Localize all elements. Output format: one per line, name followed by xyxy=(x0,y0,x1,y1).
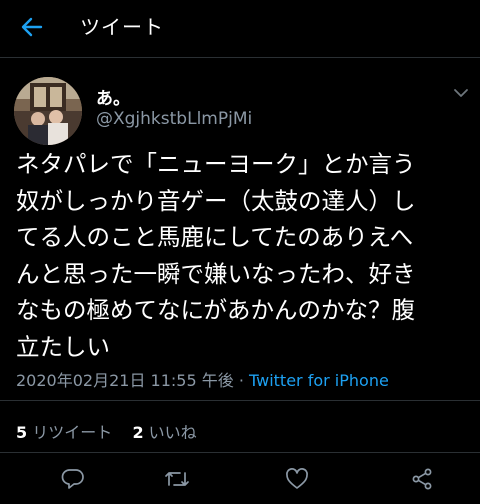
retweet-button[interactable] xyxy=(163,467,191,491)
retweets-label: リツイート xyxy=(32,423,113,442)
tweet-menu-button[interactable] xyxy=(452,84,470,97)
share-icon xyxy=(412,468,432,490)
reply-icon xyxy=(61,469,84,489)
back-button[interactable] xyxy=(14,12,50,42)
meta-divider xyxy=(0,400,480,401)
page-title: ツイート xyxy=(80,15,164,39)
display-name[interactable]: あ。 xyxy=(96,84,130,109)
back-arrow-icon xyxy=(21,17,43,37)
likes-label: いいね xyxy=(148,423,197,442)
tweet-source-link[interactable]: Twitter for iPhone xyxy=(249,371,389,390)
engagement-stats: 5 リツイート 2 いいね xyxy=(16,419,197,443)
like-icon xyxy=(286,468,308,489)
stats-divider xyxy=(0,452,480,453)
avatar[interactable] xyxy=(14,77,82,145)
user-handle[interactable]: @XgjhkstbLlmPjMi xyxy=(96,109,252,129)
tweet-timestamp[interactable]: 2020年02月21日 11:55 午後 xyxy=(16,371,234,390)
retweets-stat[interactable]: 5 リツイート xyxy=(16,423,112,442)
tweet-meta: 2020年02月21日 11:55 午後 · Twitter for iPhon… xyxy=(16,367,389,391)
likes-stat[interactable]: 2 いいね xyxy=(132,423,196,442)
reply-button[interactable] xyxy=(59,467,87,491)
share-button[interactable] xyxy=(408,467,436,491)
like-button[interactable] xyxy=(283,467,311,491)
top-bar: ツイート xyxy=(0,0,480,56)
meta-separator: · xyxy=(233,371,249,390)
likes-count: 2 xyxy=(132,423,144,442)
header-divider xyxy=(0,57,480,58)
tweet-text: ネタパレで「ニューヨーク」とか言う 奴がしっかり音ゲー（太鼓の達人）し てる人の… xyxy=(16,150,416,361)
retweets-count: 5 xyxy=(16,423,28,442)
retweet-icon xyxy=(165,472,189,486)
chevron-down-icon xyxy=(454,89,468,97)
